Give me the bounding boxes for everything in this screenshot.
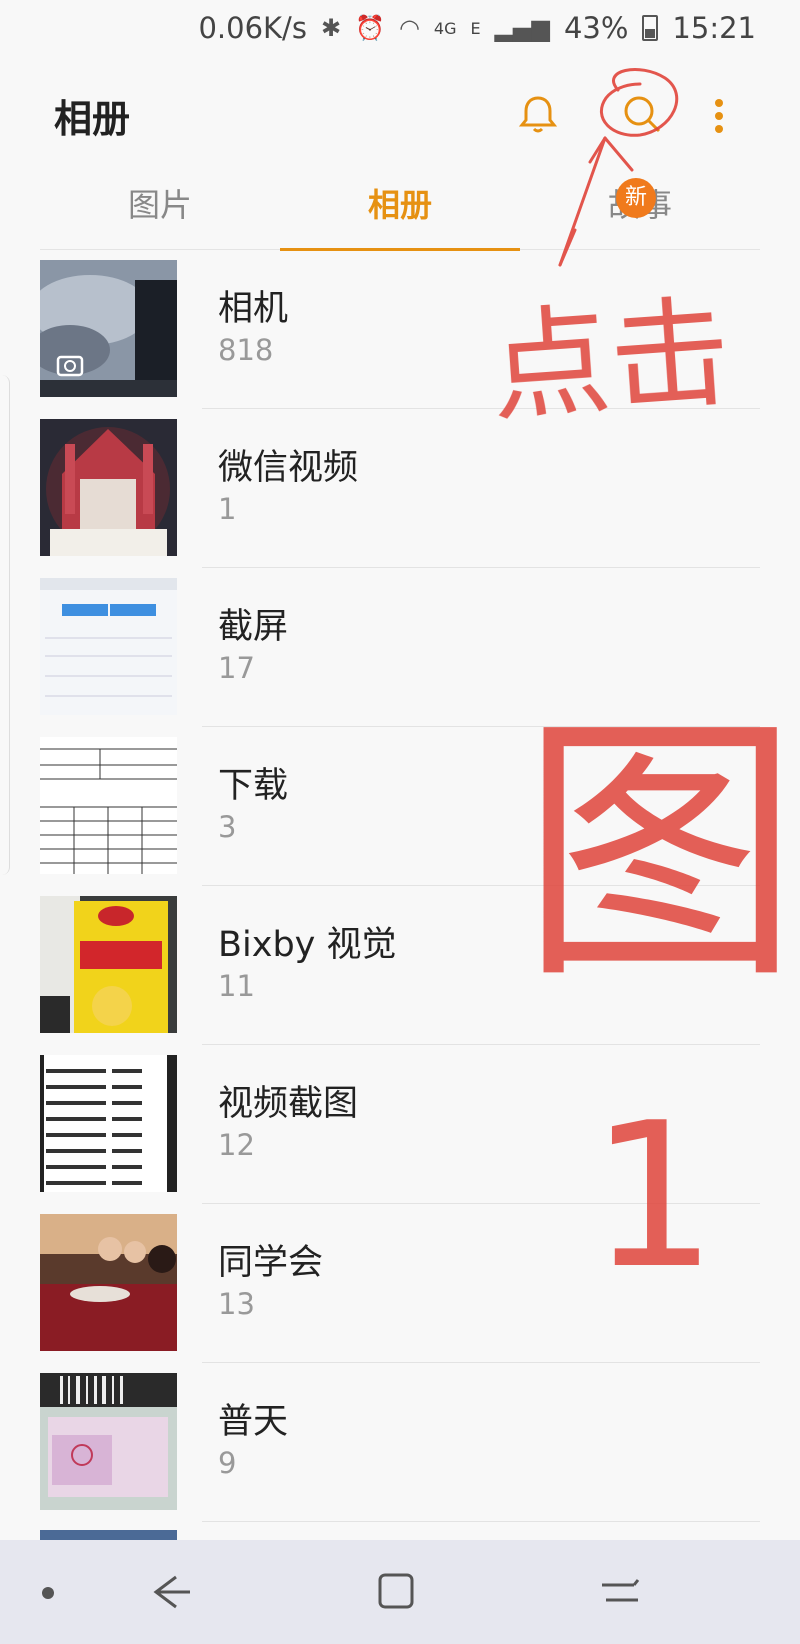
- album-row-wechat-video[interactable]: 微信视频 1: [0, 409, 800, 568]
- recents-button[interactable]: [366, 1562, 426, 1622]
- album-row-reunion[interactable]: 同学会 13: [0, 1204, 800, 1363]
- tab-pictures[interactable]: 图片: [40, 165, 280, 250]
- album-count: 11: [218, 969, 255, 1003]
- new-badge: 新: [616, 178, 656, 218]
- signal-icon: ▂▄▆: [494, 14, 550, 42]
- album-row-bixby-vision[interactable]: Bixby 视觉 11: [0, 886, 800, 1045]
- home-switch-button[interactable]: [590, 1562, 650, 1622]
- album-name: 相机: [218, 289, 289, 329]
- bluetooth-icon: ✱: [320, 14, 342, 42]
- album-thumbnail: [40, 737, 177, 874]
- album-name: Bixby 视觉: [218, 925, 397, 965]
- dot-icon: [42, 1587, 54, 1599]
- battery-percent: 43%: [563, 11, 629, 45]
- back-button[interactable]: [142, 1562, 202, 1622]
- album-count: 1: [218, 492, 237, 526]
- bell-icon: [518, 96, 558, 133]
- album-count: 12: [218, 1128, 255, 1162]
- album-thumbnail: [40, 1373, 177, 1510]
- album-thumbnail: [40, 578, 177, 715]
- album-row-camera[interactable]: 相机 818: [0, 250, 800, 409]
- search-button[interactable]: [614, 86, 670, 142]
- battery-icon: [642, 15, 659, 41]
- album-thumbnail: [40, 896, 177, 1033]
- more-options-button[interactable]: [702, 86, 736, 142]
- album-count: 17: [218, 651, 255, 685]
- status-bar: 0.06K/s ✱ ⏰ ◠ 4G E ▂▄▆ 43% 15:21: [0, 0, 800, 56]
- page-title: 相册: [54, 97, 131, 141]
- network-speed: 0.06K/s: [198, 11, 307, 45]
- album-row-video-captures[interactable]: 视频截图 12: [0, 1045, 800, 1204]
- album-name: 下载: [218, 766, 289, 806]
- album-count: 818: [218, 333, 274, 367]
- notifications-button[interactable]: [510, 86, 566, 142]
- album-thumbnail: [40, 260, 177, 397]
- search-icon: [624, 96, 661, 133]
- nav-dot-button[interactable]: [18, 1562, 78, 1622]
- album-row-downloads[interactable]: 下载 3: [0, 727, 800, 886]
- album-name: 视频截图: [218, 1084, 359, 1124]
- album-row-screenshots[interactable]: 截屏 17: [0, 568, 800, 727]
- album-count: 13: [218, 1287, 255, 1321]
- back-icon: [153, 1575, 190, 1609]
- album-name: 普天: [218, 1402, 289, 1442]
- more-vert-icon: [715, 99, 723, 133]
- alarm-icon: ⏰: [355, 14, 385, 42]
- album-name: 同学会: [218, 1243, 324, 1283]
- switch-icon: [602, 1579, 640, 1602]
- album-thumbnail: [40, 419, 177, 556]
- network-type-e: E: [470, 18, 481, 38]
- album-thumbnail: [40, 1055, 177, 1192]
- navigation-bar: [0, 1540, 800, 1644]
- tab-albums[interactable]: 相册: [280, 165, 520, 251]
- album-count: 3: [218, 810, 237, 844]
- album-row-putian[interactable]: 普天 9: [0, 1363, 800, 1522]
- album-name: 微信视频: [218, 448, 359, 488]
- app-bar: 相册: [0, 70, 800, 150]
- album-count: 9: [218, 1446, 237, 1480]
- album-name: 截屏: [218, 607, 289, 647]
- divider: [202, 1521, 760, 1522]
- album-thumbnail: [40, 1214, 177, 1351]
- clock: 15:21: [672, 11, 756, 45]
- recents-icon: [378, 1573, 414, 1609]
- album-list: 相机 818 微信视频 1 截屏 17 下载 3 Bixby 视觉 11 视频截…: [0, 250, 800, 1522]
- network-type-4g: 4G: [433, 18, 457, 38]
- wifi-icon: ◠: [398, 14, 420, 42]
